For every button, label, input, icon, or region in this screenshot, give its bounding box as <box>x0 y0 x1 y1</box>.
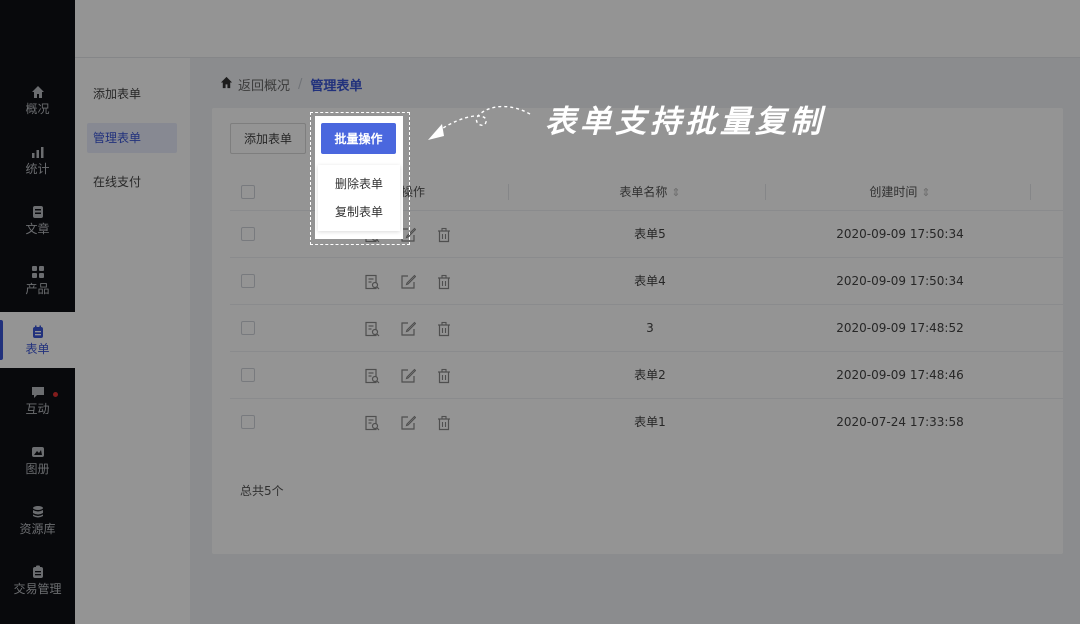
notification-dot <box>53 392 58 397</box>
form-name-cell[interactable]: 表单2 <box>550 352 750 399</box>
article-icon <box>31 205 45 219</box>
view-icon[interactable] <box>363 367 381 385</box>
nav-label: 产品 <box>25 281 50 296</box>
column-divider <box>508 184 509 200</box>
delete-icon[interactable] <box>435 367 453 385</box>
menu-item-copy-forms[interactable]: 复制表单 <box>318 198 400 226</box>
edit-icon[interactable] <box>399 367 417 385</box>
batch-operation-popover: 批量操作 删除表单 复制表单 <box>315 116 403 239</box>
row-checkbox[interactable] <box>241 415 255 429</box>
submenu-item-online-payment[interactable]: 在线支付 <box>87 167 177 197</box>
edit-icon[interactable] <box>399 414 417 432</box>
nav-item-album[interactable]: 图册 <box>0 432 75 488</box>
row-actions <box>363 319 463 339</box>
column-divider <box>765 184 766 200</box>
delete-icon[interactable] <box>435 320 453 338</box>
nav-item-stats[interactable]: 统计 <box>0 132 75 188</box>
nav-label: 互动 <box>25 401 50 416</box>
column-divider <box>1030 184 1031 200</box>
row-checkbox[interactable] <box>241 274 255 288</box>
nav-label: 概况 <box>25 101 50 116</box>
nav-item-interaction[interactable]: 互动 <box>0 372 75 428</box>
order-icon <box>31 565 45 579</box>
submenu-item-add-form[interactable]: 添加表单 <box>87 79 177 109</box>
row-checkbox[interactable] <box>241 321 255 335</box>
database-icon <box>31 505 45 519</box>
submenu-item-manage-forms[interactable]: 管理表单 <box>87 123 177 153</box>
nav-item-forms[interactable]: 表单 <box>0 312 75 368</box>
nav-label: 表单 <box>25 341 50 356</box>
batch-menu: 删除表单 复制表单 <box>318 165 400 231</box>
column-header-created[interactable]: 创建时间 ⇕ <box>800 174 1000 210</box>
chat-icon <box>31 385 45 399</box>
top-header-bar <box>75 0 1080 58</box>
breadcrumb-current: 管理表单 <box>310 78 363 94</box>
apps-icon <box>31 265 45 279</box>
breadcrumb-separator: / <box>298 76 303 92</box>
view-icon[interactable] <box>363 273 381 291</box>
batch-operation-button[interactable]: 批量操作 <box>321 123 396 154</box>
nav-item-resources[interactable]: 资源库 <box>0 492 75 548</box>
created-time-cell: 2020-09-09 17:50:34 <box>836 274 964 288</box>
delete-icon[interactable] <box>435 273 453 291</box>
form-name-cell[interactable]: 表单4 <box>550 258 750 305</box>
annotation-caption: 表单支持批量复制 <box>545 104 825 140</box>
nav-item-overview[interactable]: 概况 <box>0 72 75 128</box>
menu-item-delete-forms[interactable]: 删除表单 <box>318 170 400 198</box>
table-row: 3 2020-09-09 17:48:52 <box>230 304 1063 351</box>
table-row: 表单2 2020-09-09 17:48:46 <box>230 351 1063 398</box>
edit-icon[interactable] <box>399 320 417 338</box>
form-name-cell[interactable]: 表单5 <box>550 211 750 258</box>
annotation-arrow <box>428 105 531 140</box>
delete-icon[interactable] <box>435 414 453 432</box>
row-actions <box>363 366 463 386</box>
breadcrumb: 返回概况 / 管理表单 <box>220 74 362 94</box>
stats-icon <box>31 145 45 159</box>
nav-label: 交易管理 <box>13 581 62 596</box>
nav-item-transactions[interactable]: 交易管理 <box>0 552 75 608</box>
nav-label: 图册 <box>25 461 50 476</box>
nav-item-products[interactable]: 产品 <box>0 252 75 308</box>
form-name-cell[interactable]: 表单1 <box>550 399 750 446</box>
album-icon <box>31 445 45 459</box>
select-all-checkbox[interactable] <box>241 185 255 199</box>
form-name-cell[interactable]: 3 <box>550 305 750 352</box>
table-row: 表单4 2020-09-09 17:50:34 <box>230 257 1063 304</box>
edit-icon[interactable] <box>399 273 417 291</box>
nav-item-articles[interactable]: 文章 <box>0 192 75 248</box>
row-actions <box>363 413 463 433</box>
breadcrumb-back-label: 返回概况 <box>238 78 291 94</box>
created-time-cell: 2020-09-09 17:48:46 <box>836 368 964 382</box>
home-icon <box>31 85 45 99</box>
row-checkbox[interactable] <box>241 227 255 241</box>
table-row: 表单1 2020-07-24 17:33:58 <box>230 398 1063 445</box>
form-icon <box>31 325 45 339</box>
nav-label: 文章 <box>25 221 50 236</box>
created-time-cell: 2020-09-09 17:50:34 <box>836 227 964 241</box>
nav-label: 统计 <box>25 161 50 176</box>
created-time-cell: 2020-07-24 17:33:58 <box>836 415 964 429</box>
main-sidebar: 概况 统计 文章 产品 表单 互动 图册 资源库 交易管理 <box>0 0 75 624</box>
sort-icon[interactable]: ⇕ <box>921 186 930 199</box>
breadcrumb-back-link[interactable]: 返回概况 <box>220 75 290 94</box>
column-header-name[interactable]: 表单名称 ⇕ <box>550 174 750 210</box>
sort-icon[interactable]: ⇕ <box>671 186 680 199</box>
form-submenu: 添加表单 管理表单 在线支付 <box>75 58 190 624</box>
row-checkbox[interactable] <box>241 368 255 382</box>
nav-label: 资源库 <box>19 521 56 536</box>
view-icon[interactable] <box>363 320 381 338</box>
total-count: 总共5个 <box>240 484 284 498</box>
delete-icon[interactable] <box>435 226 453 244</box>
add-form-button[interactable]: 添加表单 <box>230 123 306 154</box>
created-time-cell: 2020-09-09 17:48:52 <box>836 321 964 335</box>
row-actions <box>363 272 463 292</box>
view-icon[interactable] <box>363 414 381 432</box>
home-icon <box>220 76 233 93</box>
